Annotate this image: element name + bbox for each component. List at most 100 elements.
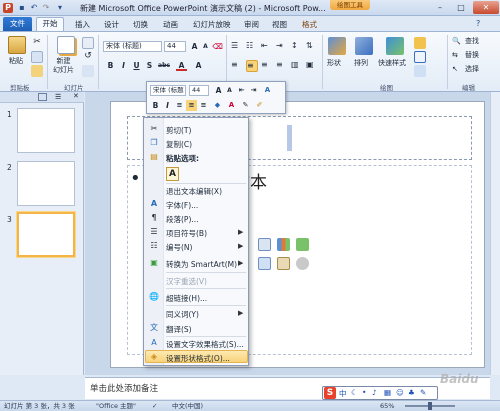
shrink-font-icon[interactable]: A: [200, 41, 211, 52]
cut-icon[interactable]: ✂: [31, 37, 43, 49]
menu-item-paragraph[interactable]: 段落(P)...: [166, 214, 199, 225]
arrange-button-label[interactable]: 排列: [354, 59, 368, 68]
notes-placeholder[interactable]: 单击此处添加备注: [90, 382, 158, 394]
undo-icon[interactable]: ↶: [29, 3, 39, 13]
grow-font-icon[interactable]: A: [189, 41, 200, 52]
mini-decrease-indent-icon[interactable]: ⇤: [236, 85, 247, 96]
smartart-convert-icon[interactable]: ▣: [306, 60, 318, 72]
tab-design[interactable]: 设计: [104, 18, 119, 31]
ime-user-icon[interactable]: ☺: [396, 388, 404, 397]
insert-smartart-icon[interactable]: [296, 238, 309, 251]
redo-icon[interactable]: ↷: [41, 3, 51, 13]
ime-moon-icon[interactable]: ☾: [351, 388, 358, 397]
ime-punct-icon[interactable]: •: [362, 388, 366, 397]
insert-picture-icon[interactable]: [258, 257, 271, 270]
tab-review[interactable]: 审阅: [244, 18, 259, 31]
quick-styles-button-label[interactable]: 快速样式: [378, 59, 406, 68]
tab-slideshow[interactable]: 幻灯片放映: [193, 18, 231, 31]
copy-icon[interactable]: [31, 51, 43, 63]
section-icon[interactable]: [82, 65, 94, 77]
mini-shrink-font-icon[interactable]: A: [224, 85, 235, 96]
strikethrough-button[interactable]: abc: [157, 60, 171, 71]
zoom-level[interactable]: 65%: [380, 401, 394, 411]
mini-line-icon[interactable]: ✎: [240, 100, 251, 111]
tab-view[interactable]: 视图: [272, 18, 287, 31]
zoom-slider-thumb[interactable]: [428, 402, 432, 410]
bold-button[interactable]: B: [105, 60, 116, 71]
tab-animations[interactable]: 动画: [163, 18, 178, 31]
outline-tab-icon[interactable]: ☰: [55, 93, 61, 101]
replace-icon[interactable]: ⇆: [452, 51, 458, 60]
menu-item-synonyms[interactable]: 同义词(Y): [166, 309, 199, 320]
mini-font-name-combo[interactable]: 宋体 (标题: [150, 85, 186, 96]
text-direction-icon[interactable]: ⇅: [306, 41, 318, 53]
select-button[interactable]: 选择: [465, 65, 479, 74]
slide-thumbnail-3-selected[interactable]: [17, 212, 75, 257]
replace-button[interactable]: 替换: [465, 51, 479, 60]
tab-home[interactable]: 开始: [36, 17, 64, 31]
save-icon[interactable]: ▪: [17, 3, 27, 13]
insert-table-icon[interactable]: [258, 238, 271, 251]
format-painter-icon[interactable]: [31, 65, 43, 77]
ime-mic-icon[interactable]: ♪: [372, 388, 377, 397]
find-icon[interactable]: 🔍: [452, 37, 461, 46]
align-left-icon[interactable]: ≡: [231, 60, 243, 72]
new-slide-button-label[interactable]: 新建 幻灯片: [53, 57, 74, 75]
ime-settings-icon[interactable]: ✎: [420, 388, 426, 397]
slide-thumbnail-2[interactable]: [17, 161, 75, 206]
spellcheck-icon[interactable]: ✓: [152, 401, 157, 411]
vertical-scrollbar[interactable]: [490, 92, 500, 375]
underline-button[interactable]: U: [131, 60, 142, 71]
slide-thumbnail-1[interactable]: [17, 108, 75, 153]
layout-icon[interactable]: [82, 37, 94, 49]
font-size-combo[interactable]: 44: [164, 41, 186, 52]
clear-format-icon[interactable]: ⌫: [212, 41, 223, 52]
menu-item-exit-text-edit[interactable]: 退出文本编辑(X): [166, 186, 222, 197]
close-pane-icon[interactable]: ✕: [73, 92, 79, 100]
find-button[interactable]: 查找: [465, 37, 479, 46]
menu-item-format-text-effects[interactable]: 设置文字效果格式(S)...: [166, 339, 244, 350]
menu-item-convert-smartart[interactable]: 转换为 SmartArt(M): [166, 259, 237, 270]
shapes-icon[interactable]: [328, 37, 346, 55]
menu-item-cut[interactable]: 剪切(T): [166, 125, 191, 136]
menu-item-font[interactable]: 字体(F)...: [166, 200, 198, 211]
sogou-logo-icon[interactable]: S: [324, 387, 336, 399]
columns-icon[interactable]: ▥: [291, 60, 303, 72]
mini-align-center-icon[interactable]: ≡: [186, 100, 197, 111]
decrease-indent-icon[interactable]: ⇤: [261, 41, 273, 53]
menu-item-translate[interactable]: 翻译(S): [166, 324, 192, 335]
shadow-button[interactable]: S: [144, 60, 155, 71]
mini-align-right-icon[interactable]: ≡: [198, 100, 209, 111]
mini-grow-font-icon[interactable]: A: [213, 85, 224, 96]
italic-button[interactable]: I: [118, 60, 129, 71]
powerpoint-app-icon[interactable]: P: [3, 3, 13, 13]
menu-item-numbering[interactable]: 编号(N): [166, 242, 192, 253]
quick-styles-icon[interactable]: [386, 37, 404, 55]
insert-clipart-icon[interactable]: [277, 257, 290, 270]
align-right-icon[interactable]: ≡: [261, 60, 273, 72]
close-button[interactable]: ✕: [473, 1, 499, 14]
insert-media-icon[interactable]: [296, 257, 309, 270]
shape-fill-icon[interactable]: [414, 37, 426, 49]
help-icon[interactable]: ?: [476, 19, 480, 28]
mini-italic-button[interactable]: I: [162, 100, 173, 111]
language-indicator[interactable]: 中文(中国): [172, 401, 203, 411]
menu-item-bullets[interactable]: 项目符号(B): [166, 228, 207, 239]
mini-font-color-icon[interactable]: A: [226, 100, 237, 111]
new-slide-icon[interactable]: [57, 36, 75, 54]
line-spacing-icon[interactable]: ↕: [291, 41, 303, 53]
paste-keep-text-only-button[interactable]: A: [166, 167, 179, 181]
mini-format-painter-icon[interactable]: A: [262, 85, 273, 96]
menu-item-hyperlink[interactable]: 超链接(H)...: [166, 293, 207, 304]
paste-icon[interactable]: [8, 36, 26, 54]
menu-item-copy[interactable]: 复制(C): [166, 139, 192, 150]
font-color-button[interactable]: A: [176, 60, 187, 71]
justify-icon[interactable]: ≡: [276, 60, 288, 72]
bullets-icon[interactable]: ☰: [231, 41, 243, 53]
font-name-combo[interactable]: 宋体 (标题): [103, 41, 162, 52]
menu-item-format-shape[interactable]: 设置形状格式(O)...: [166, 353, 230, 364]
change-case-button[interactable]: A: [193, 60, 204, 71]
select-icon[interactable]: ↖: [452, 65, 458, 74]
ime-mode[interactable]: 中: [339, 388, 347, 399]
shapes-button-label[interactable]: 形状: [327, 59, 341, 68]
